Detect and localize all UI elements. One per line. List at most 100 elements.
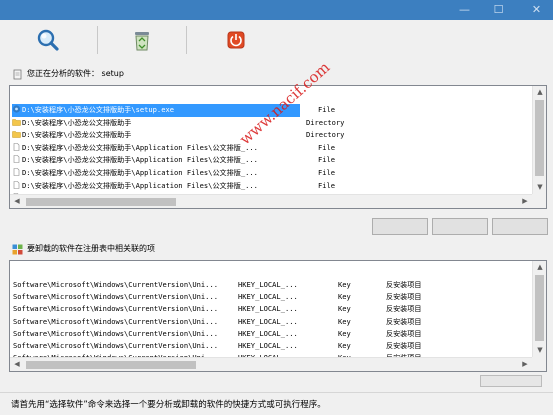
power-icon	[227, 31, 245, 49]
file-list-row[interactable]: D:\安装程序\小恐龙公文排版助手 Directory	[10, 129, 530, 142]
registry-key-path: Software\Microsoft\Windows\CurrentVersio…	[13, 328, 218, 338]
status-progress-bar	[480, 375, 542, 387]
file-type: Directory	[306, 130, 345, 140]
registry-hive: HKEY_LOCAL_...	[238, 304, 298, 314]
registry-list-row[interactable]: Software\Microsoft\Windows\CurrentVersio…	[10, 328, 530, 341]
file-icon	[13, 168, 20, 176]
file-type: File	[318, 142, 336, 152]
file-type: File	[318, 105, 336, 114]
scroll-corner	[532, 194, 546, 208]
registry-entry-kind: Key	[338, 328, 351, 338]
clean-button[interactable]	[120, 24, 164, 58]
scroll-right-icon[interactable]: ▶	[518, 358, 532, 371]
magnifier-icon	[37, 29, 59, 51]
action-button-3[interactable]	[492, 218, 548, 235]
file-path: D:\安装程序\小恐龙公文排版助手\Application Files\公文排版…	[22, 180, 258, 190]
file-path: D:\安装程序\小恐龙公文排版助手\setup.exe	[22, 105, 175, 114]
registry-icon	[12, 244, 23, 254]
toolbar-separator	[186, 26, 187, 54]
scroll-up-icon[interactable]: ▲	[533, 261, 546, 274]
recycle-bin-icon	[135, 32, 149, 51]
scroll-left-icon[interactable]: ◀	[10, 195, 24, 208]
registry-list-horizontal-scrollbar[interactable]: ◀ ▶	[10, 357, 532, 371]
file-icon	[13, 142, 20, 151]
maximize-button[interactable]: ☐	[484, 0, 513, 20]
registry-entry-description: 反安装项目	[386, 292, 422, 302]
registry-hive: HKEY_LOCAL_...	[238, 328, 298, 338]
registry-key-path: Software\Microsoft\Windows\CurrentVersio…	[13, 304, 218, 314]
file-list-row[interactable]: D:\安装程序\小恐龙公文排版助手\Application Files\公文排版…	[10, 142, 530, 155]
scroll-left-icon[interactable]: ◀	[10, 358, 24, 371]
registry-hive: HKEY_LOCAL_...	[238, 316, 298, 326]
file-type: File	[318, 155, 336, 165]
file-list-row[interactable]: D:\安装程序\小恐龙公文排版助手\Application Files\公文排版…	[10, 180, 530, 193]
scroll-right-icon[interactable]: ▶	[518, 195, 532, 208]
registry-list-row[interactable]: Software\Microsoft\Windows\CurrentVersio…	[10, 316, 530, 329]
registry-hive: HKEY_LOCAL_...	[238, 292, 298, 302]
registry-key-path: Software\Microsoft\Windows\CurrentVersio…	[13, 280, 218, 289]
registry-label: 要卸载的软件在注册表中相关联的项	[27, 244, 155, 253]
status-text: 请首先用“选择软件”命令来选择一个要分析或卸载的软件的快捷方式或可执行程序。	[11, 400, 326, 410]
toolbar	[0, 20, 553, 62]
file-path: D:\安装程序\小恐龙公文排版助手\Application Files\公文排版…	[22, 142, 258, 152]
minimize-button[interactable]: —	[450, 0, 479, 20]
file-list-row[interactable]: D:\安装程序\小恐龙公文排版助手\Application Files\公文排版…	[10, 154, 530, 167]
installer-icon	[12, 105, 21, 113]
file-list-horizontal-scrollbar[interactable]: ◀ ▶	[10, 194, 532, 208]
registry-label-row: 要卸载的软件在注册表中相关联的项	[12, 242, 155, 256]
file-path: D:\安装程序\小恐龙公文排版助手\Application Files\公文排版…	[22, 168, 258, 177]
analyzing-label: 您正在分析的软件： setup	[27, 69, 124, 78]
registry-list[interactable]: Software\Microsoft\Windows\CurrentVersio…	[9, 260, 547, 372]
scroll-up-icon[interactable]: ▲	[533, 86, 546, 99]
scroll-corner	[532, 357, 546, 371]
folder-icon	[12, 118, 21, 126]
folder-icon	[12, 131, 21, 138]
registry-list-vertical-scrollbar[interactable]: ▲ ▼	[532, 261, 546, 357]
registry-entry-description: 反安装项目	[386, 280, 422, 289]
registry-hive: HKEY_LOCAL_...	[238, 280, 298, 289]
file-path: D:\安装程序\小恐龙公文排版助手	[22, 117, 132, 127]
stop-button[interactable]	[214, 24, 258, 58]
window-titlebar: — ☐ ✕	[0, 0, 553, 20]
scroll-down-icon[interactable]: ▼	[533, 181, 546, 194]
registry-list-row[interactable]: Software\Microsoft\Windows\CurrentVersio…	[10, 279, 530, 292]
file-icon	[13, 180, 20, 189]
scroll-down-icon[interactable]: ▼	[533, 344, 546, 357]
file-type: Directory	[306, 117, 345, 127]
registry-list-row[interactable]: Software\Microsoft\Windows\CurrentVersio…	[10, 303, 530, 316]
file-type: File	[318, 168, 336, 177]
scroll-thumb[interactable]	[26, 198, 176, 206]
file-icon	[13, 155, 20, 164]
registry-entry-kind: Key	[338, 292, 351, 302]
registry-entry-description: 反安装项目	[386, 316, 422, 326]
file-list-vertical-scrollbar[interactable]: ▲ ▼	[532, 86, 546, 194]
registry-hive: HKEY_LOCAL_...	[238, 341, 298, 350]
registry-entry-kind: Key	[338, 341, 351, 350]
action-button-1[interactable]	[372, 218, 428, 235]
scroll-thumb[interactable]	[26, 361, 196, 369]
file-path: D:\安装程序\小恐龙公文排版助手\Application Files\公文排版…	[22, 155, 258, 165]
close-button[interactable]: ✕	[520, 0, 553, 20]
file-path: D:\安装程序\小恐龙公文排版助手	[22, 130, 132, 140]
registry-key-path: Software\Microsoft\Windows\CurrentVersio…	[13, 316, 218, 326]
scroll-thumb[interactable]	[535, 275, 544, 341]
registry-list-row[interactable]: Software\Microsoft\Windows\CurrentVersio…	[10, 291, 530, 304]
analyzing-label-row: 您正在分析的软件： setup	[12, 67, 124, 81]
document-icon	[13, 69, 22, 79]
registry-entry-kind: Key	[338, 316, 351, 326]
file-list-row[interactable]: D:\安装程序\小恐龙公文排版助手\Application Files\公文排版…	[10, 167, 530, 180]
registry-key-path: Software\Microsoft\Windows\CurrentVersio…	[13, 341, 218, 350]
toolbar-separator	[97, 26, 98, 54]
registry-entry-description: 反安装项目	[386, 304, 422, 314]
registry-list-row[interactable]: Software\Microsoft\Windows\CurrentVersio…	[10, 340, 530, 353]
status-bar: 请首先用“选择软件”命令来选择一个要分析或卸载的软件的快捷方式或可执行程序。	[0, 392, 553, 415]
registry-key-path: Software\Microsoft\Windows\CurrentVersio…	[13, 292, 218, 302]
select-software-button[interactable]	[26, 24, 70, 58]
registry-entry-kind: Key	[338, 304, 351, 314]
registry-entry-description: 反安装项目	[386, 328, 422, 338]
file-type: File	[318, 180, 336, 190]
registry-entry-kind: Key	[338, 280, 351, 289]
registry-entry-description: 反安装项目	[386, 341, 422, 350]
action-button-2[interactable]	[432, 218, 488, 235]
scroll-thumb[interactable]	[535, 100, 544, 176]
